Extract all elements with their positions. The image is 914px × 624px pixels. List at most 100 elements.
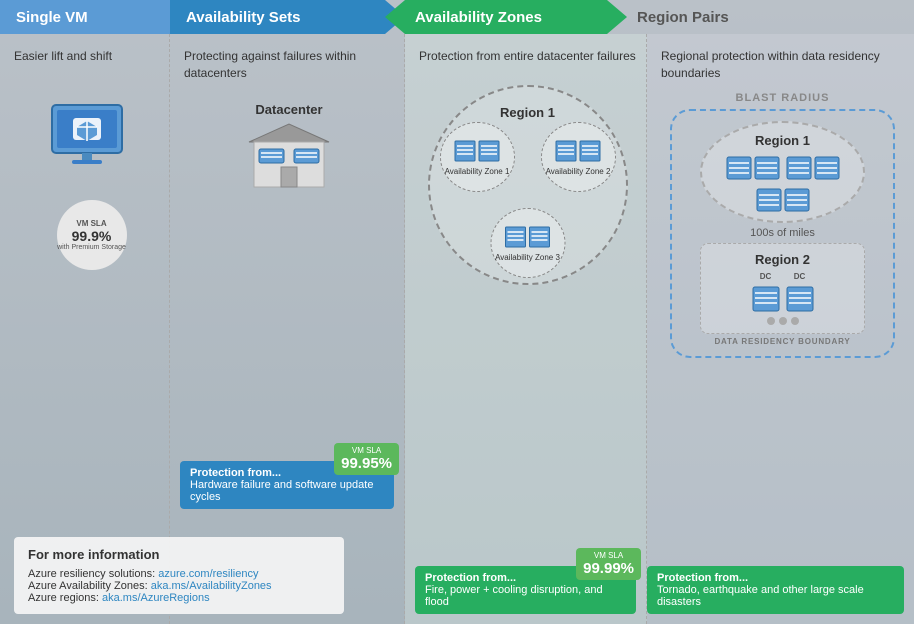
dot2 (779, 317, 787, 325)
az-zone3-dc-icons (505, 223, 551, 249)
region1-circle: Region 1 (700, 121, 865, 223)
info-line2-text: Azure Availability Zones: (28, 580, 151, 592)
single-vm-column: Easier lift and shift VM SLA 99.9% (0, 34, 170, 624)
az-zone1-dc-icon-right (478, 137, 500, 163)
region1-container: Region 1 (680, 121, 885, 223)
region-pairs-outer-container: Region 1 (670, 109, 895, 358)
region-pairs-protection-box: Protection from... Tornado, earthquake a… (647, 566, 904, 614)
single-vm-sla-container: VM SLA 99.9% with Premium Storage (14, 190, 159, 270)
header-avail-zones: Availability Zones (385, 0, 627, 34)
header-region-pairs: Region Pairs (607, 0, 914, 34)
avail-sets-sla-badge-label: VM SLA (341, 446, 392, 455)
info-line3-text: Azure regions: (28, 592, 102, 604)
main-content: Easier lift and shift VM SLA 99.9% (0, 34, 914, 624)
info-box-title: For more information (28, 547, 330, 562)
info-line2-link[interactable]: aka.ms/AvailabilityZones (151, 580, 272, 592)
header-avail-sets: Availability Sets (170, 0, 405, 34)
region2-dc2-label: DC (794, 272, 806, 281)
dot1 (767, 317, 775, 325)
single-vm-sla-sub: with Premium Storage (57, 244, 126, 251)
region2-container: Region 2 DC DC (680, 243, 885, 334)
region-pairs-prot-title: Protection from... (657, 572, 894, 584)
region2-dc1-icon (752, 283, 780, 313)
region1-icons (707, 153, 858, 181)
region1-server-group3 (707, 185, 858, 213)
info-line3-link[interactable]: aka.ms/AzureRegions (102, 592, 210, 604)
az-zone3-dc-icon-left (505, 223, 527, 249)
avail-sets-column: Protecting against failures within datac… (170, 34, 405, 624)
info-line1-text: Azure resiliency solutions: (28, 568, 158, 580)
info-line2: Azure Availability Zones: aka.ms/Availab… (28, 580, 330, 592)
header-region-pairs-label: Region Pairs (637, 9, 729, 26)
avail-sets-protection-container: VM SLA 99.95% Protection from... Hardwar… (180, 451, 394, 509)
region1-label: Region 1 (707, 133, 858, 148)
miles-label: 100s of miles (680, 227, 885, 239)
region2-dc1-label: DC (760, 272, 772, 281)
vm-monitor-icon (47, 100, 127, 170)
info-line3: Azure regions: aka.ms/AzureRegions (28, 592, 330, 604)
avail-sets-prot-detail: Hardware failure and software update cyc… (190, 479, 384, 503)
az-zone-2: Availability Zone 2 (541, 122, 616, 192)
region1-server4 (814, 153, 840, 181)
avail-sets-prot-relative: VM SLA 99.95% Protection from... Hardwar… (180, 461, 394, 509)
az-zone1-label: Availability Zone 1 (445, 167, 510, 176)
region2-label: Region 2 (706, 252, 859, 267)
avail-zones-subtitle: Protection from entire datacenter failur… (419, 48, 636, 65)
az-zone1-dc-icon-left (454, 137, 476, 163)
region2-dc1: DC (752, 272, 780, 313)
info-box: For more information Azure resiliency so… (14, 537, 344, 614)
az-zone2-dc-icons (555, 137, 601, 163)
region2-dc2: DC (786, 272, 814, 313)
single-vm-subtitle: Easier lift and shift (14, 48, 159, 65)
header-single-vm: Single VM (0, 0, 170, 34)
az-zone-3: Availability Zone 3 (490, 208, 565, 278)
region1-server3 (786, 153, 812, 181)
avail-zones-prot-relative: VM SLA 99.99% Protection from... Fire, p… (415, 566, 636, 614)
avail-zones-sla-badge-label: VM SLA (583, 551, 634, 560)
az-zone1-dc-icons (454, 137, 500, 163)
datacenter-area: Datacenter (184, 102, 394, 197)
region2-box: Region 2 DC DC (700, 243, 865, 334)
region2-dots (706, 317, 859, 325)
datacenter-label: Datacenter (184, 102, 394, 117)
region-pairs-subtitle: Regional protection within data residenc… (661, 48, 904, 82)
region2-dc2-icon (786, 283, 814, 313)
header-bar: Single VM Availability Sets Availability… (0, 0, 914, 34)
avail-zones-sla-badge: VM SLA 99.99% (576, 548, 641, 580)
avail-sets-sla-overlap: VM SLA 99.95% (334, 443, 399, 475)
single-vm-sla-badge: VM SLA 99.9% with Premium Storage (57, 200, 127, 270)
region-pairs-protection-container: Protection from... Tornado, earthquake a… (647, 566, 904, 614)
info-line1-link[interactable]: azure.com/resiliency (158, 568, 258, 580)
region1-server2 (754, 153, 780, 181)
info-line1: Azure resiliency solutions: azure.com/re… (28, 568, 330, 580)
vm-monitor-icon-container (14, 100, 159, 175)
az-zone2-dc-icon-right (579, 137, 601, 163)
single-vm-sla-value: 99.9% (72, 228, 112, 244)
blast-radius-label: BLAST RADIUS (661, 92, 904, 104)
region1-server-group1 (726, 153, 780, 181)
region-pairs-prot-detail: Tornado, earthquake and other large scal… (657, 584, 894, 608)
region1-server1 (726, 153, 752, 181)
region-pairs-column: Regional protection within data residenc… (647, 34, 914, 624)
avail-sets-subtitle: Protecting against failures within datac… (184, 48, 394, 82)
avail-zones-sla-badge-value: 99.99% (583, 560, 634, 577)
avail-zones-sla-overlap: VM SLA 99.99% (576, 548, 641, 580)
dot3 (791, 317, 799, 325)
az-zone-1: Availability Zone 1 (440, 122, 515, 192)
az-diagram: Region 1 (423, 75, 633, 295)
region1-server-group2 (786, 153, 840, 181)
single-vm-sla-label: VM SLA (76, 219, 106, 228)
az-zone2-dc-icon-left (555, 137, 577, 163)
az-zone3-dc-icon-right (529, 223, 551, 249)
data-residency-label: DATA RESIDENCY BOUNDARY (680, 337, 885, 346)
region2-icons: DC DC (706, 272, 859, 313)
header-avail-zones-label: Availability Zones (415, 9, 542, 26)
region1-server5 (756, 185, 782, 213)
avail-zones-column: Protection from entire datacenter failur… (405, 34, 647, 624)
datacenter-icon (239, 122, 339, 192)
region1-server6 (784, 185, 810, 213)
header-single-vm-label: Single VM (16, 9, 88, 26)
az-outer-circle: Region 1 (428, 85, 628, 285)
header-avail-sets-label: Availability Sets (186, 9, 301, 26)
avail-sets-sla-badge: VM SLA 99.95% (334, 443, 399, 475)
